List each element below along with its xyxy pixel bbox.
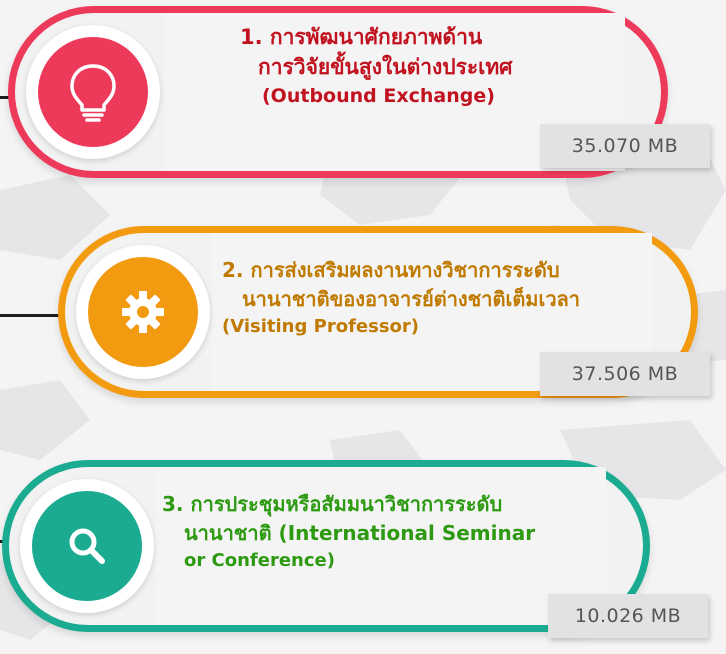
connector-line-2 [0,314,60,317]
item-1-line-3: (Outbound Exchange) [262,84,495,107]
icon-circle-1 [38,37,148,147]
item-1-line-1: 1. การพัฒนาศักยภาพด้าน [240,25,483,49]
item-2-line-1: 2. การส่งเสริมผลงานทางวิชาการระดับ [222,258,560,282]
item-3-line-1: 3. การประชุมหรือสัมมนาวิชาการระดับ [162,492,503,516]
infographic-canvas: 1. การพัฒนาศักยภาพด้าน การวิจัยขั้นสูงใน… [0,0,726,654]
icon-circle-2 [88,257,198,367]
file-size-2: 37.506 MB [571,363,679,385]
gear-icon [122,291,164,333]
item-3-line-2: นานาชาติ (International Seminar [184,521,536,545]
icon-circle-3 [32,491,142,601]
item-3-line-3: or Conference) [184,550,335,571]
item-title-2: 2. การส่งเสริมผลงานทางวิชาการระดับ นานาช… [222,256,580,340]
file-size-tag-2: 37.506 MB [540,352,710,396]
item-title-3: 3. การประชุมหรือสัมมนาวิชาการระดับ นานาช… [162,490,535,574]
item-2-line-2: นานาชาติของอาจารย์ต่างชาติเต็มเวลา [242,287,581,311]
magnifier-icon [69,528,105,564]
file-size-3: 10.026 MB [574,605,682,627]
item-1-line-2: การวิจัยขั้นสูงในต่างประเทศ [258,55,513,80]
item-2-line-3: (Visiting Professor) [222,316,420,337]
item-title-1: 1. การพัฒนาศักยภาพด้าน การวิจัยขั้นสูงใน… [228,22,513,110]
file-size-1: 35.070 MB [571,135,679,157]
file-size-tag-1: 35.070 MB [540,124,710,168]
file-size-tag-3: 10.026 MB [548,594,708,638]
lightbulb-icon [70,64,116,122]
